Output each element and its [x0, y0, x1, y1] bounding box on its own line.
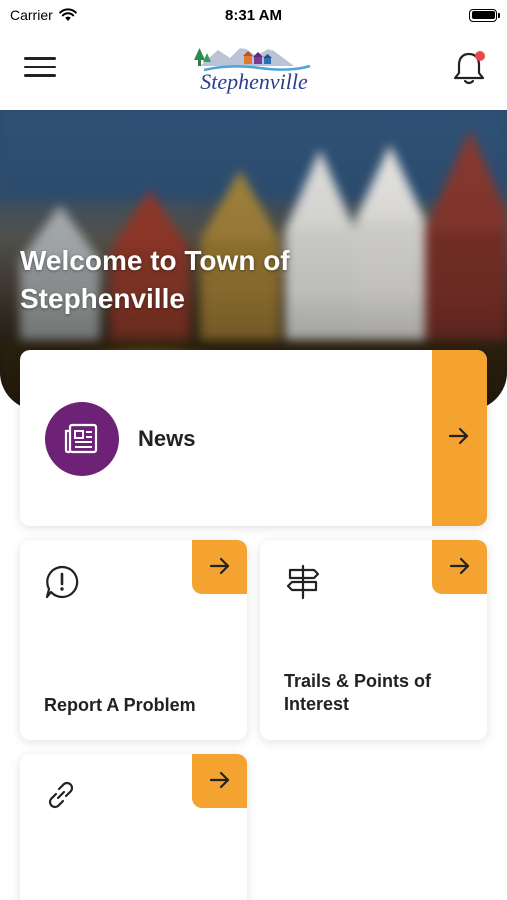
- hero-title: Welcome to Town of Stephenville: [20, 245, 290, 314]
- report-problem-label: Report A Problem: [44, 695, 196, 715]
- arrow-right-icon: [209, 557, 230, 575]
- bell-icon: [453, 51, 485, 85]
- arrow-right-icon: [448, 427, 469, 445]
- logo-mark: Stephenville: [194, 46, 311, 94]
- top-bar: Stephenville: [0, 30, 507, 110]
- signpost-icon: [286, 564, 320, 600]
- menu-button[interactable]: [24, 57, 56, 81]
- trails-card[interactable]: Trails & Points of Interest: [260, 540, 487, 740]
- logo-text: Stephenville: [200, 69, 308, 94]
- carrier-label: Carrier: [10, 7, 53, 23]
- alert-bubble-icon: [45, 565, 79, 599]
- menu-icon: [24, 57, 56, 77]
- news-arrow-panel: [432, 350, 487, 526]
- newspaper-icon: [64, 423, 98, 454]
- trails-arrow-corner: [432, 540, 487, 594]
- report-problem-card[interactable]: Report A Problem: [20, 540, 247, 740]
- news-card[interactable]: News: [20, 350, 487, 526]
- arrow-right-icon: [449, 557, 470, 575]
- news-label: News: [138, 426, 196, 451]
- trails-label: Trails & Points of Interest: [284, 671, 432, 714]
- status-left: Carrier: [10, 7, 77, 23]
- links-card[interactable]: [20, 754, 247, 900]
- link-icon: [48, 781, 74, 809]
- news-icon-badge: [45, 402, 119, 476]
- town-logo: Stephenville: [190, 40, 320, 100]
- report-arrow-corner: [192, 540, 247, 594]
- arrow-right-icon: [209, 771, 230, 789]
- battery-icon: [469, 8, 500, 22]
- notification-dot: [475, 51, 485, 61]
- wifi-icon: [58, 8, 77, 21]
- links-arrow-corner: [192, 754, 247, 808]
- status-bar: Carrier 8:31 AM: [0, 0, 507, 30]
- notifications-button[interactable]: [451, 48, 487, 88]
